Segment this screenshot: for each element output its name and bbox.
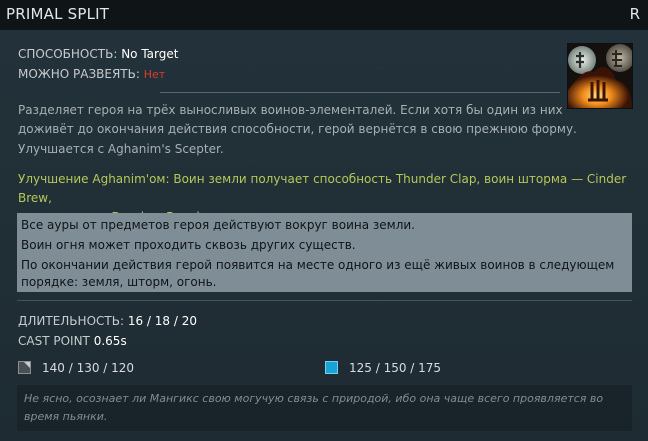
ability-type-row: СПОСОБНОСТЬ: No Target <box>18 47 178 61</box>
lore-text: Не ясно, осознает ли Мангикс свою могучу… <box>24 390 624 426</box>
note-item: Воин огня может проходить сквозь других … <box>21 238 356 252</box>
ability-type-label: СПОСОБНОСТЬ: <box>18 47 118 61</box>
cast-point-row: CAST POINT 0.65s <box>18 334 127 348</box>
cast-point-label: CAST POINT <box>18 334 90 348</box>
note-item: порядке: земля, шторм, огонь. <box>21 275 217 289</box>
description-line-3: Улучшается с Aghanim's Scepter. <box>18 142 224 156</box>
ability-name: PRIMAL SPLIT <box>6 5 110 23</box>
note-item: Все ауры от предметов героя действуют во… <box>21 218 415 232</box>
duration-row: ДЛИТЕЛЬНОСТЬ: 16 / 18 / 20 <box>18 314 197 328</box>
notes-box: Все ауры от предметов героя действуют во… <box>17 213 632 292</box>
scepter-line-1: Улучшение Aghanim'ом: Воин земли получае… <box>18 172 627 205</box>
ability-type-value: No Target <box>121 47 179 61</box>
duration-label: ДЛИТЕЛЬНОСТЬ: <box>18 314 124 328</box>
description-line-2: доживёт до окончания действия способност… <box>18 122 577 136</box>
note-item: По окончании действия герой появится на … <box>21 258 615 272</box>
ability-hotkey: R <box>629 5 640 23</box>
cast-point-value: 0.65s <box>93 334 127 348</box>
primal-split-icon-art <box>568 44 632 108</box>
mana-icon <box>325 361 338 374</box>
header-divider <box>160 92 560 93</box>
ability-tooltip: PRIMAL SPLIT R СПОСОБНОСТЬ: No Target МО… <box>0 0 648 441</box>
lore-box: Не ясно, осознает ли Мангикс свою могучу… <box>17 385 632 431</box>
cooldown-value: 140 / 130 / 120 <box>42 361 135 375</box>
dispel-value: Нет <box>143 68 166 81</box>
cooldown-icon <box>18 361 31 374</box>
duration-value: 16 / 18 / 20 <box>127 314 197 328</box>
mana-cost-value: 125 / 150 / 175 <box>349 361 442 375</box>
lore-line-2: время пьянки. <box>24 410 108 423</box>
dispel-label: МОЖНО РАЗВЕЯТЬ: <box>18 67 140 81</box>
lore-line-1: Не ясно, осознает ли Мангикс свою могучу… <box>24 392 604 405</box>
title-bar: PRIMAL SPLIT R <box>0 0 648 30</box>
primal-split-icon <box>567 43 633 109</box>
notes-divider <box>17 300 632 301</box>
dispel-row: МОЖНО РАЗВЕЯТЬ: Нет <box>18 67 165 81</box>
description-line-1: Разделяет героя на трёх выносливых воино… <box>18 103 563 117</box>
